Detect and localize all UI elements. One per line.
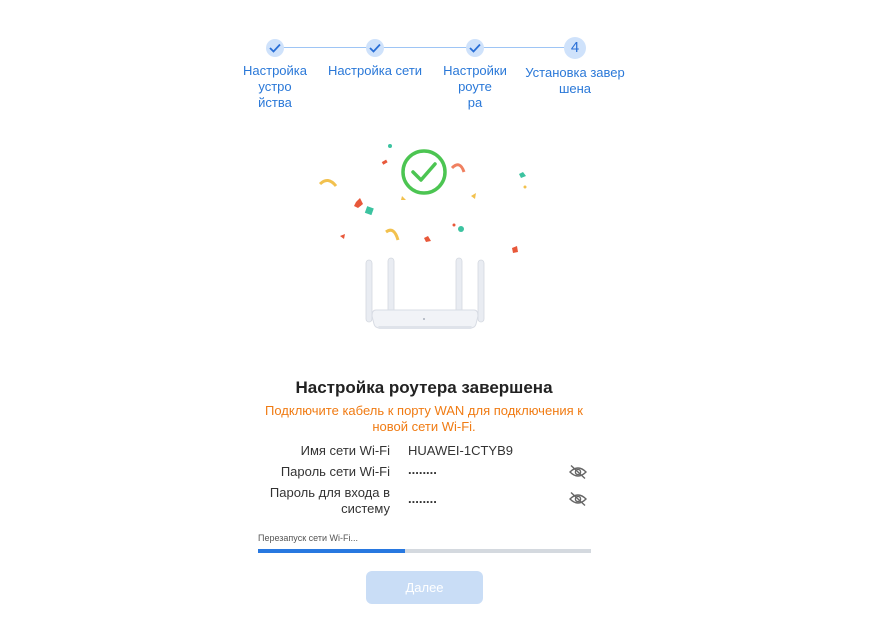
show-password-eye-icon[interactable] (568, 491, 590, 507)
login-password-label: Пароль для входа в систему (269, 485, 390, 516)
step-router-settings: Настройки роуте ра (425, 36, 525, 111)
step-label: Настройка сети (327, 63, 423, 78)
next-button[interactable]: Далее (366, 571, 483, 604)
page-title: Настройка роутера завершена (295, 378, 553, 397)
step-done-check-icon (466, 39, 484, 57)
success-check-icon (401, 149, 447, 195)
wifi-password-value: ........ (408, 462, 437, 477)
step-label: Настройка устро йства (243, 63, 307, 110)
step-device-setup: Настройка устро йства (225, 36, 325, 111)
step-label: Установка завер шена (525, 65, 625, 96)
wifi-name-label: Имя сети Wi-Fi (300, 443, 390, 458)
show-password-eye-icon[interactable] (568, 464, 590, 480)
restart-progress-bar (258, 549, 591, 553)
wan-notice: Подключите кабель к порту WAN для подклю… (265, 403, 583, 434)
progress-label: Перезапуск сети Wi-Fi... (258, 533, 358, 543)
setup-stepper: Настройка устро йства Настройка сети Нас… (220, 36, 630, 110)
step-setup-complete: 4 Установка завер шена (525, 36, 625, 97)
step-number: 4 (564, 37, 586, 59)
step-done-check-icon (266, 39, 284, 57)
progress-fill (258, 549, 405, 553)
step-label: Настройки роуте ра (443, 63, 507, 110)
wifi-name-value: HUAWEI-1CTYB9 (408, 443, 513, 458)
login-password-value: ........ (408, 491, 437, 506)
wifi-password-label: Пароль сети Wi-Fi (280, 464, 390, 479)
step-network-setup: Настройка сети (325, 36, 425, 79)
step-done-check-icon (366, 39, 384, 57)
router-image (365, 257, 485, 329)
router-success-illustration (300, 140, 560, 340)
confetti-decoration (318, 144, 527, 253)
